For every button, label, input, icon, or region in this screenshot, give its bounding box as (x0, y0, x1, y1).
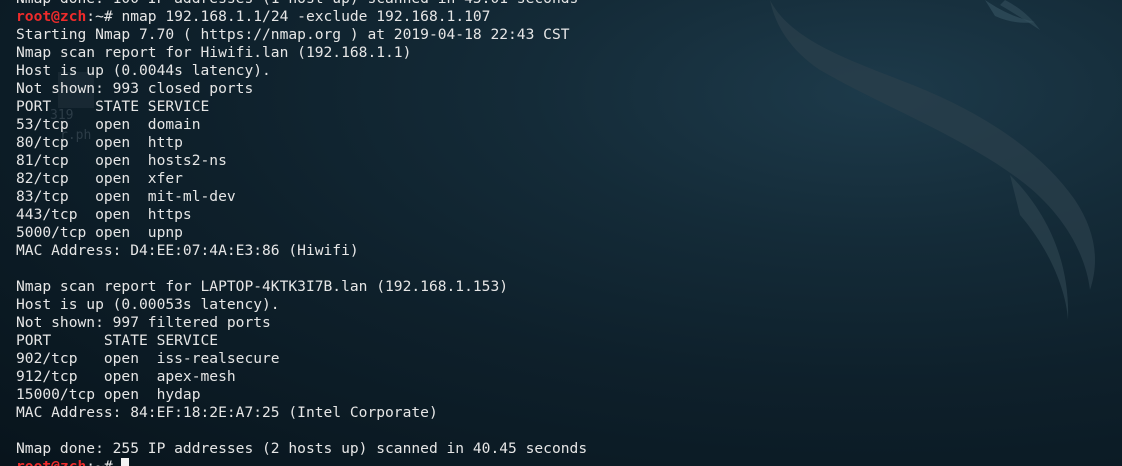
output-line: PORT STATE SERVICE (16, 332, 219, 349)
output-line: MAC Address: 84:EF:18:2E:A7:25 (Intel Co… (16, 404, 438, 421)
prompt-path: :~# (86, 8, 122, 25)
output-line: Nmap done: 100 IP addresses (1 host up) … (16, 0, 1106, 8)
prompt-user: root@zch (16, 8, 87, 25)
output-line: 53/tcp open domain (16, 116, 201, 133)
output-line: MAC Address: D4:EE:07:4A:E3:86 (Hiwifi) (16, 242, 359, 259)
output-line: 912/tcp open apex-mesh (16, 368, 236, 385)
output-line: 83/tcp open mit-ml-dev (16, 188, 236, 205)
output-line: PORT STATE SERVICE (16, 98, 210, 115)
output-line: 15000/tcp open hydap (16, 386, 201, 403)
command-text: nmap 192.168.1.1/24 -exclude 192.168.1.1… (121, 8, 491, 25)
output-line: Not shown: 993 closed ports (16, 80, 254, 97)
output-line: Nmap scan report for Hiwifi.lan (192.168… (16, 44, 412, 61)
output-line: Nmap scan report for LAPTOP-4KTK3I7B.lan… (16, 278, 509, 295)
terminal-output: Nmap done: 100 IP addresses (1 host up) … (16, 0, 1106, 466)
output-line: 902/tcp open iss-realsecure (16, 350, 280, 367)
prompt-user: root@zch (16, 458, 86, 466)
prompt-line: root@zch:~# nmap 192.168.1.1/24 -exclude… (16, 8, 1106, 26)
output-line: Host is up (0.00053s latency). (16, 296, 280, 313)
output-line: 443/tcp open https (16, 206, 192, 223)
prompt-line: root@zch:~# (16, 458, 1106, 466)
output-line: 82/tcp open xfer (16, 170, 183, 187)
prompt-path: :~# (86, 458, 121, 466)
output-line: 5000/tcp open upnp (16, 224, 183, 241)
output-line: 80/tcp open http (16, 134, 183, 151)
terminal-window[interactable]: 319 r.ph Nmap done: 100 IP addresses (1 … (0, 0, 1122, 466)
output-line: 81/tcp open hosts2-ns (16, 152, 227, 169)
output-line: Host is up (0.0044s latency). (16, 62, 271, 79)
output-line: Nmap done: 255 IP addresses (2 hosts up)… (16, 440, 588, 457)
output-line: Starting Nmap 7.70 ( https://nmap.org ) … (16, 26, 570, 43)
text-cursor[interactable] (121, 458, 130, 466)
output-line: Not shown: 997 filtered ports (16, 314, 271, 331)
